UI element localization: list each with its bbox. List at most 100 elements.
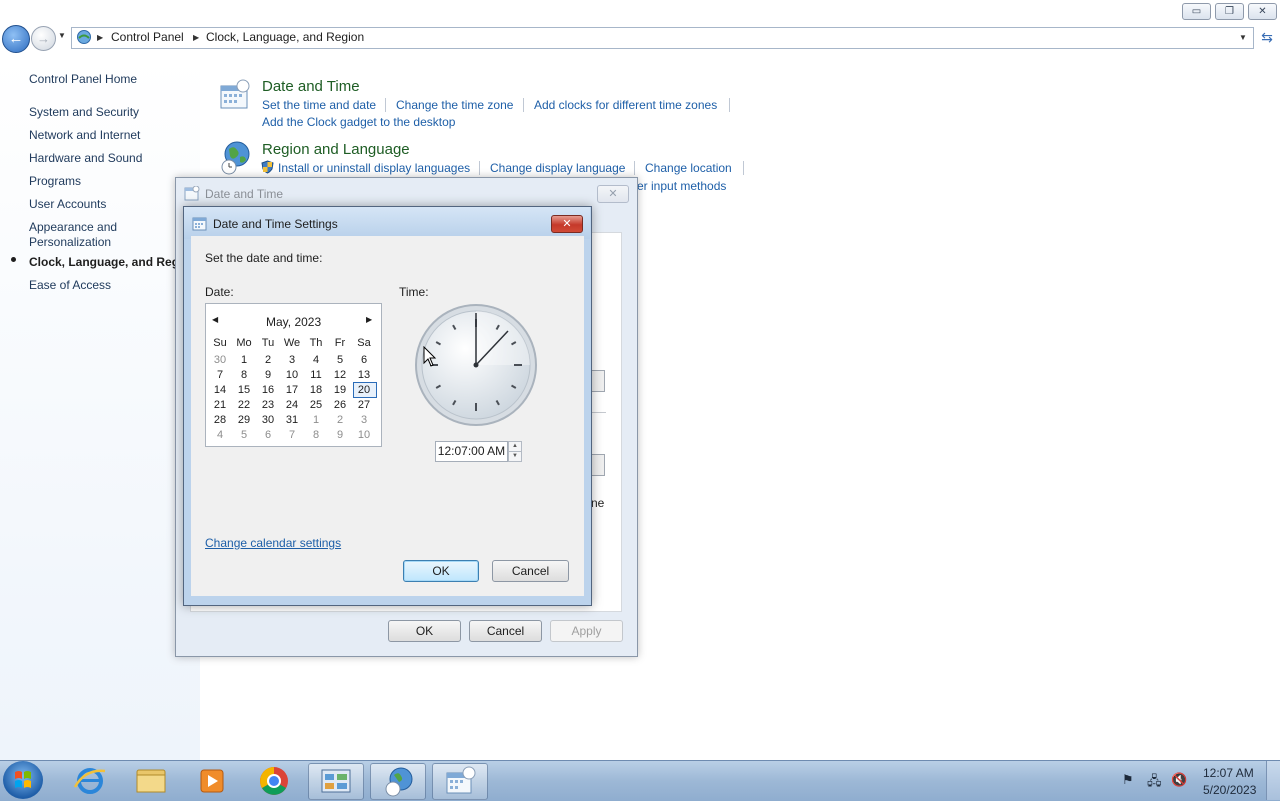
sidebar-item-network-internet[interactable]: Network and Internet xyxy=(29,128,140,143)
calendar-day[interactable]: 3 xyxy=(280,353,304,368)
taskbar-media-player[interactable] xyxy=(185,763,239,798)
calendar-day[interactable]: 26 xyxy=(328,398,352,413)
sidebar-item-programs[interactable]: Programs xyxy=(29,174,81,189)
calendar-day[interactable]: 31 xyxy=(280,413,304,428)
calendar-day[interactable]: 17 xyxy=(280,383,304,398)
calendar-day[interactable]: 6 xyxy=(256,428,280,443)
time-spin-down-button[interactable]: ▼ xyxy=(508,451,522,462)
calendar-day[interactable]: 27 xyxy=(352,398,376,413)
taskbar-file-explorer[interactable] xyxy=(124,763,178,798)
region-language-heading[interactable]: Region and Language xyxy=(262,141,410,158)
taskbar-date-time[interactable] xyxy=(432,763,488,800)
date-time-heading[interactable]: Date and Time xyxy=(262,78,360,95)
calendar-day[interactable]: 2 xyxy=(256,353,280,368)
calendar-day[interactable]: 21 xyxy=(208,398,232,413)
change-time-zone-link[interactable]: Change the time zone xyxy=(396,98,513,112)
calendar-day[interactable]: 7 xyxy=(208,368,232,383)
calendar-day[interactable]: 6 xyxy=(352,353,376,368)
refresh-button[interactable]: ⇆ xyxy=(1257,27,1277,47)
add-clock-gadget-link[interactable]: Add the Clock gadget to the desktop xyxy=(262,115,455,129)
calendar-day[interactable]: 18 xyxy=(304,383,328,398)
calendar-day[interactable]: 14 xyxy=(208,383,232,398)
sidebar-item-user-accounts[interactable]: User Accounts xyxy=(29,197,106,212)
calendar-day[interactable]: 8 xyxy=(232,368,256,383)
breadcrumb-clock-language-region[interactable]: Clock, Language, and Region xyxy=(206,30,364,44)
calendar-day[interactable]: 30 xyxy=(208,353,232,368)
calendar-day[interactable]: 8 xyxy=(304,428,328,443)
sidebar-item-ease-of-access[interactable]: Ease of Access xyxy=(29,278,111,293)
forward-arrow-icon: → xyxy=(37,31,50,46)
calendar-day[interactable]: 24 xyxy=(280,398,304,413)
outer-apply-button[interactable]: Apply xyxy=(550,620,623,642)
calendar-day[interactable]: 5 xyxy=(232,428,256,443)
recent-pages-dropdown[interactable]: ▼ xyxy=(58,31,66,40)
weekday-header: Mo xyxy=(236,337,252,349)
address-dropdown-icon[interactable]: ▼ xyxy=(1239,33,1247,42)
calendar-day[interactable]: 7 xyxy=(280,428,304,443)
control-panel-home-link[interactable]: Control Panel Home xyxy=(29,72,137,87)
time-input[interactable]: 12:07:00 AM xyxy=(435,441,508,462)
install-display-languages-link[interactable]: Install or uninstall display languages xyxy=(278,161,470,175)
calendar-day[interactable]: 10 xyxy=(280,368,304,383)
calendar-day[interactable]: 3 xyxy=(352,413,376,428)
close-window-button[interactable]: ✕ xyxy=(1248,3,1277,20)
breadcrumb-control-panel[interactable]: Control Panel xyxy=(111,30,184,44)
calendar-day[interactable]: 28 xyxy=(208,413,232,428)
inner-ok-button[interactable]: OK xyxy=(403,560,479,582)
calendar-day[interactable]: 11 xyxy=(304,368,328,383)
calendar-day[interactable]: 29 xyxy=(232,413,256,428)
back-button[interactable]: ← xyxy=(2,25,30,53)
taskbar-control-panel[interactable] xyxy=(308,763,364,800)
network-icon[interactable]: 🖧 xyxy=(1147,772,1162,794)
taskbar-chrome[interactable] xyxy=(247,763,301,798)
calendar-day[interactable]: 15 xyxy=(232,383,256,398)
restore-button[interactable]: ❐ xyxy=(1215,3,1244,20)
calendar-day[interactable]: 30 xyxy=(256,413,280,428)
sidebar-item-appearance[interactable]: Appearance and Personalization xyxy=(29,220,117,250)
calendar-day[interactable]: 23 xyxy=(256,398,280,413)
change-location-link[interactable]: Change location xyxy=(645,161,732,175)
sidebar-item-system-security[interactable]: System and Security xyxy=(29,105,139,120)
action-center-flag-icon[interactable]: ⚑ xyxy=(1122,772,1134,788)
prev-month-button[interactable]: ◀ xyxy=(212,315,218,324)
taskbar-clock-date[interactable]: 5/20/2023 xyxy=(1203,783,1256,797)
calendar-day[interactable]: 22 xyxy=(232,398,256,413)
calendar-day[interactable]: 9 xyxy=(256,368,280,383)
set-time-date-link[interactable]: Set the time and date xyxy=(262,98,376,112)
outer-dialog-close-button[interactable]: ✕ xyxy=(597,185,629,203)
input-methods-link-fragment[interactable]: er input methods xyxy=(637,179,726,193)
taskbar-internet-explorer[interactable] xyxy=(63,763,117,798)
outer-ok-button[interactable]: OK xyxy=(388,620,461,642)
sidebar-item-hardware-sound[interactable]: Hardware and Sound xyxy=(29,151,142,166)
calendar-day[interactable]: 12 xyxy=(328,368,352,383)
taskbar-clock-time[interactable]: 12:07 AM xyxy=(1203,766,1254,780)
calendar-day[interactable]: 4 xyxy=(304,353,328,368)
calendar-day[interactable]: 10 xyxy=(352,428,376,443)
calendar-day[interactable]: 4 xyxy=(208,428,232,443)
calendar-month-title[interactable]: May, 2023 xyxy=(266,315,321,329)
calendar-day[interactable]: 19 xyxy=(328,383,352,398)
change-calendar-settings-link[interactable]: Change calendar settings xyxy=(205,536,341,550)
calendar-day[interactable]: 5 xyxy=(328,353,352,368)
start-button[interactable] xyxy=(3,761,43,799)
calendar-day[interactable]: 1 xyxy=(304,413,328,428)
volume-muted-icon[interactable]: 🔇 xyxy=(1171,772,1187,788)
next-month-button[interactable]: ▶ xyxy=(366,315,372,324)
calendar-day[interactable]: 9 xyxy=(328,428,352,443)
add-clocks-link[interactable]: Add clocks for different time zones xyxy=(534,98,717,112)
inner-dialog-close-button[interactable]: ✕ xyxy=(551,215,583,233)
sidebar-item-clock-language-region[interactable]: Clock, Language, and Regio xyxy=(29,255,179,270)
calendar-day[interactable]: 2 xyxy=(328,413,352,428)
calendar-day[interactable]: 13 xyxy=(352,368,376,383)
show-desktop-button[interactable] xyxy=(1266,761,1280,800)
calendar-day[interactable]: 1 xyxy=(232,353,256,368)
taskbar-region-language[interactable] xyxy=(370,763,426,800)
forward-button[interactable]: → xyxy=(31,26,56,51)
calendar-day[interactable]: 25 xyxy=(304,398,328,413)
calendar-day[interactable]: 16 xyxy=(256,383,280,398)
calendar-day-selected[interactable]: 20 xyxy=(352,383,376,398)
outer-cancel-button[interactable]: Cancel xyxy=(469,620,542,642)
change-display-language-link[interactable]: Change display language xyxy=(490,161,625,175)
minimize-button[interactable]: ▭ xyxy=(1182,3,1211,20)
inner-cancel-button[interactable]: Cancel xyxy=(492,560,569,582)
